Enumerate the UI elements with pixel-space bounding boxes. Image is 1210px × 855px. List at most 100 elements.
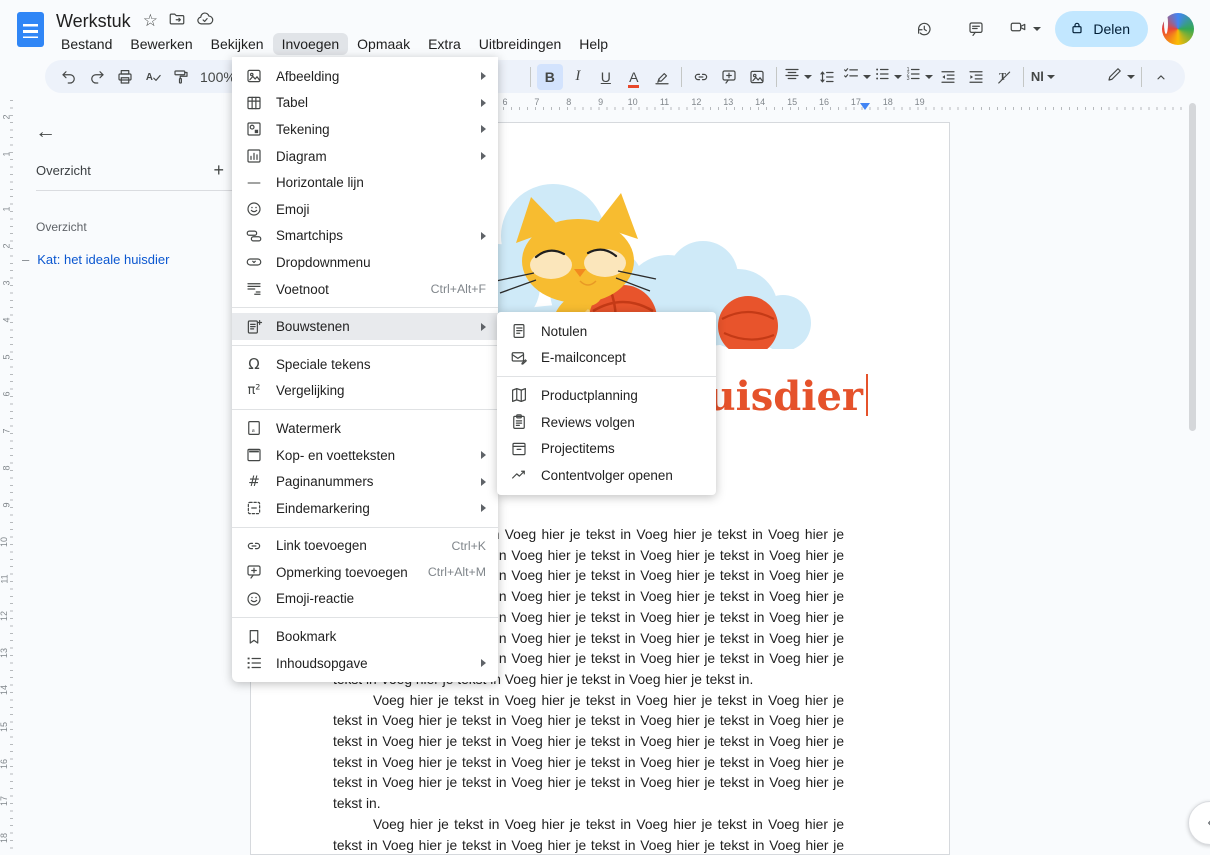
menu-item-label: Horizontale lijn xyxy=(276,175,364,191)
italic-button[interactable]: I xyxy=(565,64,591,90)
menu-bestand[interactable]: Bestand xyxy=(52,33,121,55)
menu-bekijken[interactable]: Bekijken xyxy=(202,33,273,55)
insert-menu-item-watermerk[interactable]: a Watermerk xyxy=(232,415,498,442)
checklist-button[interactable] xyxy=(842,64,871,90)
insert-menu-item-diagram[interactable]: Diagram xyxy=(232,143,498,170)
ruler-number: 18 xyxy=(0,832,9,844)
add-heading-button[interactable]: + xyxy=(213,160,224,181)
move-folder-icon[interactable] xyxy=(168,10,186,33)
document-status-icon[interactable] xyxy=(196,10,214,33)
chart-icon xyxy=(245,147,263,165)
menu-item-label: Voetnoot xyxy=(276,281,329,297)
undo-button[interactable] xyxy=(56,64,82,90)
clear-formatting-button[interactable]: T xyxy=(991,64,1017,90)
bold-button[interactable]: B xyxy=(536,63,563,90)
insert-menu-item-bouwstenen[interactable]: Bouwstenen xyxy=(232,313,498,340)
hide-menus-button[interactable] xyxy=(1148,64,1174,90)
insert-menu-item-bookmark[interactable]: Bookmark xyxy=(232,623,498,650)
underline-button[interactable]: U xyxy=(593,64,619,90)
paint-format-button[interactable] xyxy=(168,64,194,90)
submenu-item-reviews-volgen[interactable]: Reviews volgen xyxy=(497,409,716,436)
submenu-arrow-icon xyxy=(481,504,486,513)
tab-stop-marker[interactable] xyxy=(860,103,870,110)
insert-menu-item-afbeelding[interactable]: Afbeelding xyxy=(232,63,498,90)
menu-divider xyxy=(232,617,498,619)
align-button[interactable] xyxy=(783,64,812,90)
avatar[interactable] xyxy=(1162,13,1194,45)
menu-help[interactable]: Help xyxy=(570,33,617,55)
menu-extra[interactable]: Extra xyxy=(419,33,470,55)
ruler-number: 18 xyxy=(882,97,893,107)
insert-menu-item-tekening[interactable]: Tekening xyxy=(232,116,498,143)
line-spacing-button[interactable] xyxy=(814,64,840,90)
insert-link-button[interactable] xyxy=(688,64,714,90)
text-color-button[interactable]: A xyxy=(621,64,647,90)
insert-image-button[interactable] xyxy=(744,64,770,90)
insert-menu-item-voetnoot[interactable]: Voetnoot Ctrl+Alt+F xyxy=(232,276,498,303)
scrollbar-thumb[interactable] xyxy=(1189,103,1196,431)
submenu-item-projectitems[interactable]: Projectitems xyxy=(497,435,716,462)
submenu-item-contentvolger-openen[interactable]: Contentvolger openen xyxy=(497,462,716,489)
map-icon xyxy=(510,386,528,404)
spellcheck-button[interactable]: A xyxy=(140,64,166,90)
insert-menu-item-speciale-tekens[interactable]: Ω Speciale tekens xyxy=(232,351,498,378)
document-title[interactable]: Werkstuk xyxy=(56,11,131,32)
menu-invoegen[interactable]: Invoegen xyxy=(272,33,349,55)
add-comment-button[interactable] xyxy=(716,64,742,90)
meet-button[interactable] xyxy=(1009,18,1042,41)
insert-menu-item-horizontale-lijn[interactable]: — Horizontale lijn xyxy=(232,169,498,196)
outline-link[interactable]: Kat: het ideale huisdier xyxy=(37,252,169,267)
submenu-item-productplanning[interactable]: Productplanning xyxy=(497,382,716,409)
star-icon[interactable]: ☆ xyxy=(143,13,158,30)
ruler-number: 6 xyxy=(1,391,12,397)
menu-item-label: Tabel xyxy=(276,95,309,111)
submenu-item-e-mailconcept[interactable]: E-mailconcept xyxy=(497,345,716,372)
insert-menu-item-vergelijking[interactable]: π² Vergelijking xyxy=(232,378,498,405)
ruler-number: 10 xyxy=(627,97,638,107)
version-history-icon[interactable] xyxy=(905,10,943,48)
menu-bewerken[interactable]: Bewerken xyxy=(121,33,201,55)
input-tools-button[interactable]: Nl xyxy=(1030,64,1056,90)
bulleted-list-button[interactable] xyxy=(873,64,902,90)
show-side-panel-button[interactable]: ‹ xyxy=(1188,801,1210,845)
header-footer-icon xyxy=(245,446,263,464)
menu-item-label: Link toevoegen xyxy=(276,538,367,554)
back-arrow-icon[interactable]: ← xyxy=(35,120,56,144)
print-button[interactable] xyxy=(112,64,138,90)
highlight-color-button[interactable] xyxy=(649,64,675,90)
menu-uitbreidingen[interactable]: Uitbreidingen xyxy=(470,33,571,55)
ruler-number: 11 xyxy=(0,574,10,584)
outline-item[interactable]: – Kat: het ideale huisdier xyxy=(13,248,232,271)
insert-menu-item-dropdownmenu[interactable]: Dropdownmenu xyxy=(232,249,498,276)
insert-menu-item-opmerking-toevoegen[interactable]: Opmerking toevoegen Ctrl+Alt+M xyxy=(232,559,498,586)
body-paragraph[interactable]: Voeg hier je tekst in Voeg hier je tekst… xyxy=(333,815,844,855)
insert-menu-item-tabel[interactable]: Tabel xyxy=(232,90,498,117)
docs-logo-icon[interactable] xyxy=(17,12,44,47)
lock-icon xyxy=(1069,20,1085,39)
insert-menu-item-paginanummers[interactable]: # Paginanummers xyxy=(232,468,498,495)
insert-menu-item-emoji[interactable]: Emoji xyxy=(232,196,498,223)
insert-menu-item-emoji-reactie[interactable]: Emoji-reactie xyxy=(232,586,498,613)
increase-indent-button[interactable] xyxy=(963,64,989,90)
insert-menu-item-smartchips[interactable]: Smartchips xyxy=(232,223,498,250)
menu-item-label: Watermerk xyxy=(276,420,341,436)
numbered-list-button[interactable]: 123 xyxy=(904,64,933,90)
menu-item-label: Notulen xyxy=(541,323,588,339)
insert-menu-item-eindemarkering[interactable]: Eindemarkering xyxy=(232,495,498,522)
comments-icon[interactable] xyxy=(957,10,995,48)
share-button[interactable]: Delen xyxy=(1055,11,1148,47)
editing-mode-button[interactable] xyxy=(1106,64,1135,90)
menu-bar: Bestand Bewerken Bekijken Invoegen Opmaak Ext… xyxy=(52,33,617,55)
insert-menu-item-kop-en-voetteksten[interactable]: Kop- en voetteksten xyxy=(232,442,498,469)
vertical-ruler[interactable]: 2 1 1 2 3 4 5 6 7 8 9 10 11 12 13 14 15 16 17 18 xyxy=(0,100,13,855)
submenu-item-notulen[interactable]: Notulen xyxy=(497,318,716,345)
decrease-indent-button[interactable] xyxy=(935,64,961,90)
ruler-number: 5 xyxy=(1,354,12,360)
emoji-icon xyxy=(245,590,263,608)
insert-menu-item-inhoudsopgave[interactable]: Inhoudsopgave xyxy=(232,650,498,677)
ruler-number: 13 xyxy=(0,647,9,659)
insert-menu-item-link-toevoegen[interactable]: Link toevoegen Ctrl+K xyxy=(232,533,498,560)
menu-opmaak[interactable]: Opmaak xyxy=(348,33,419,55)
redo-button[interactable] xyxy=(84,64,110,90)
body-paragraph[interactable]: Voeg hier je tekst in Voeg hier je tekst… xyxy=(333,691,844,815)
